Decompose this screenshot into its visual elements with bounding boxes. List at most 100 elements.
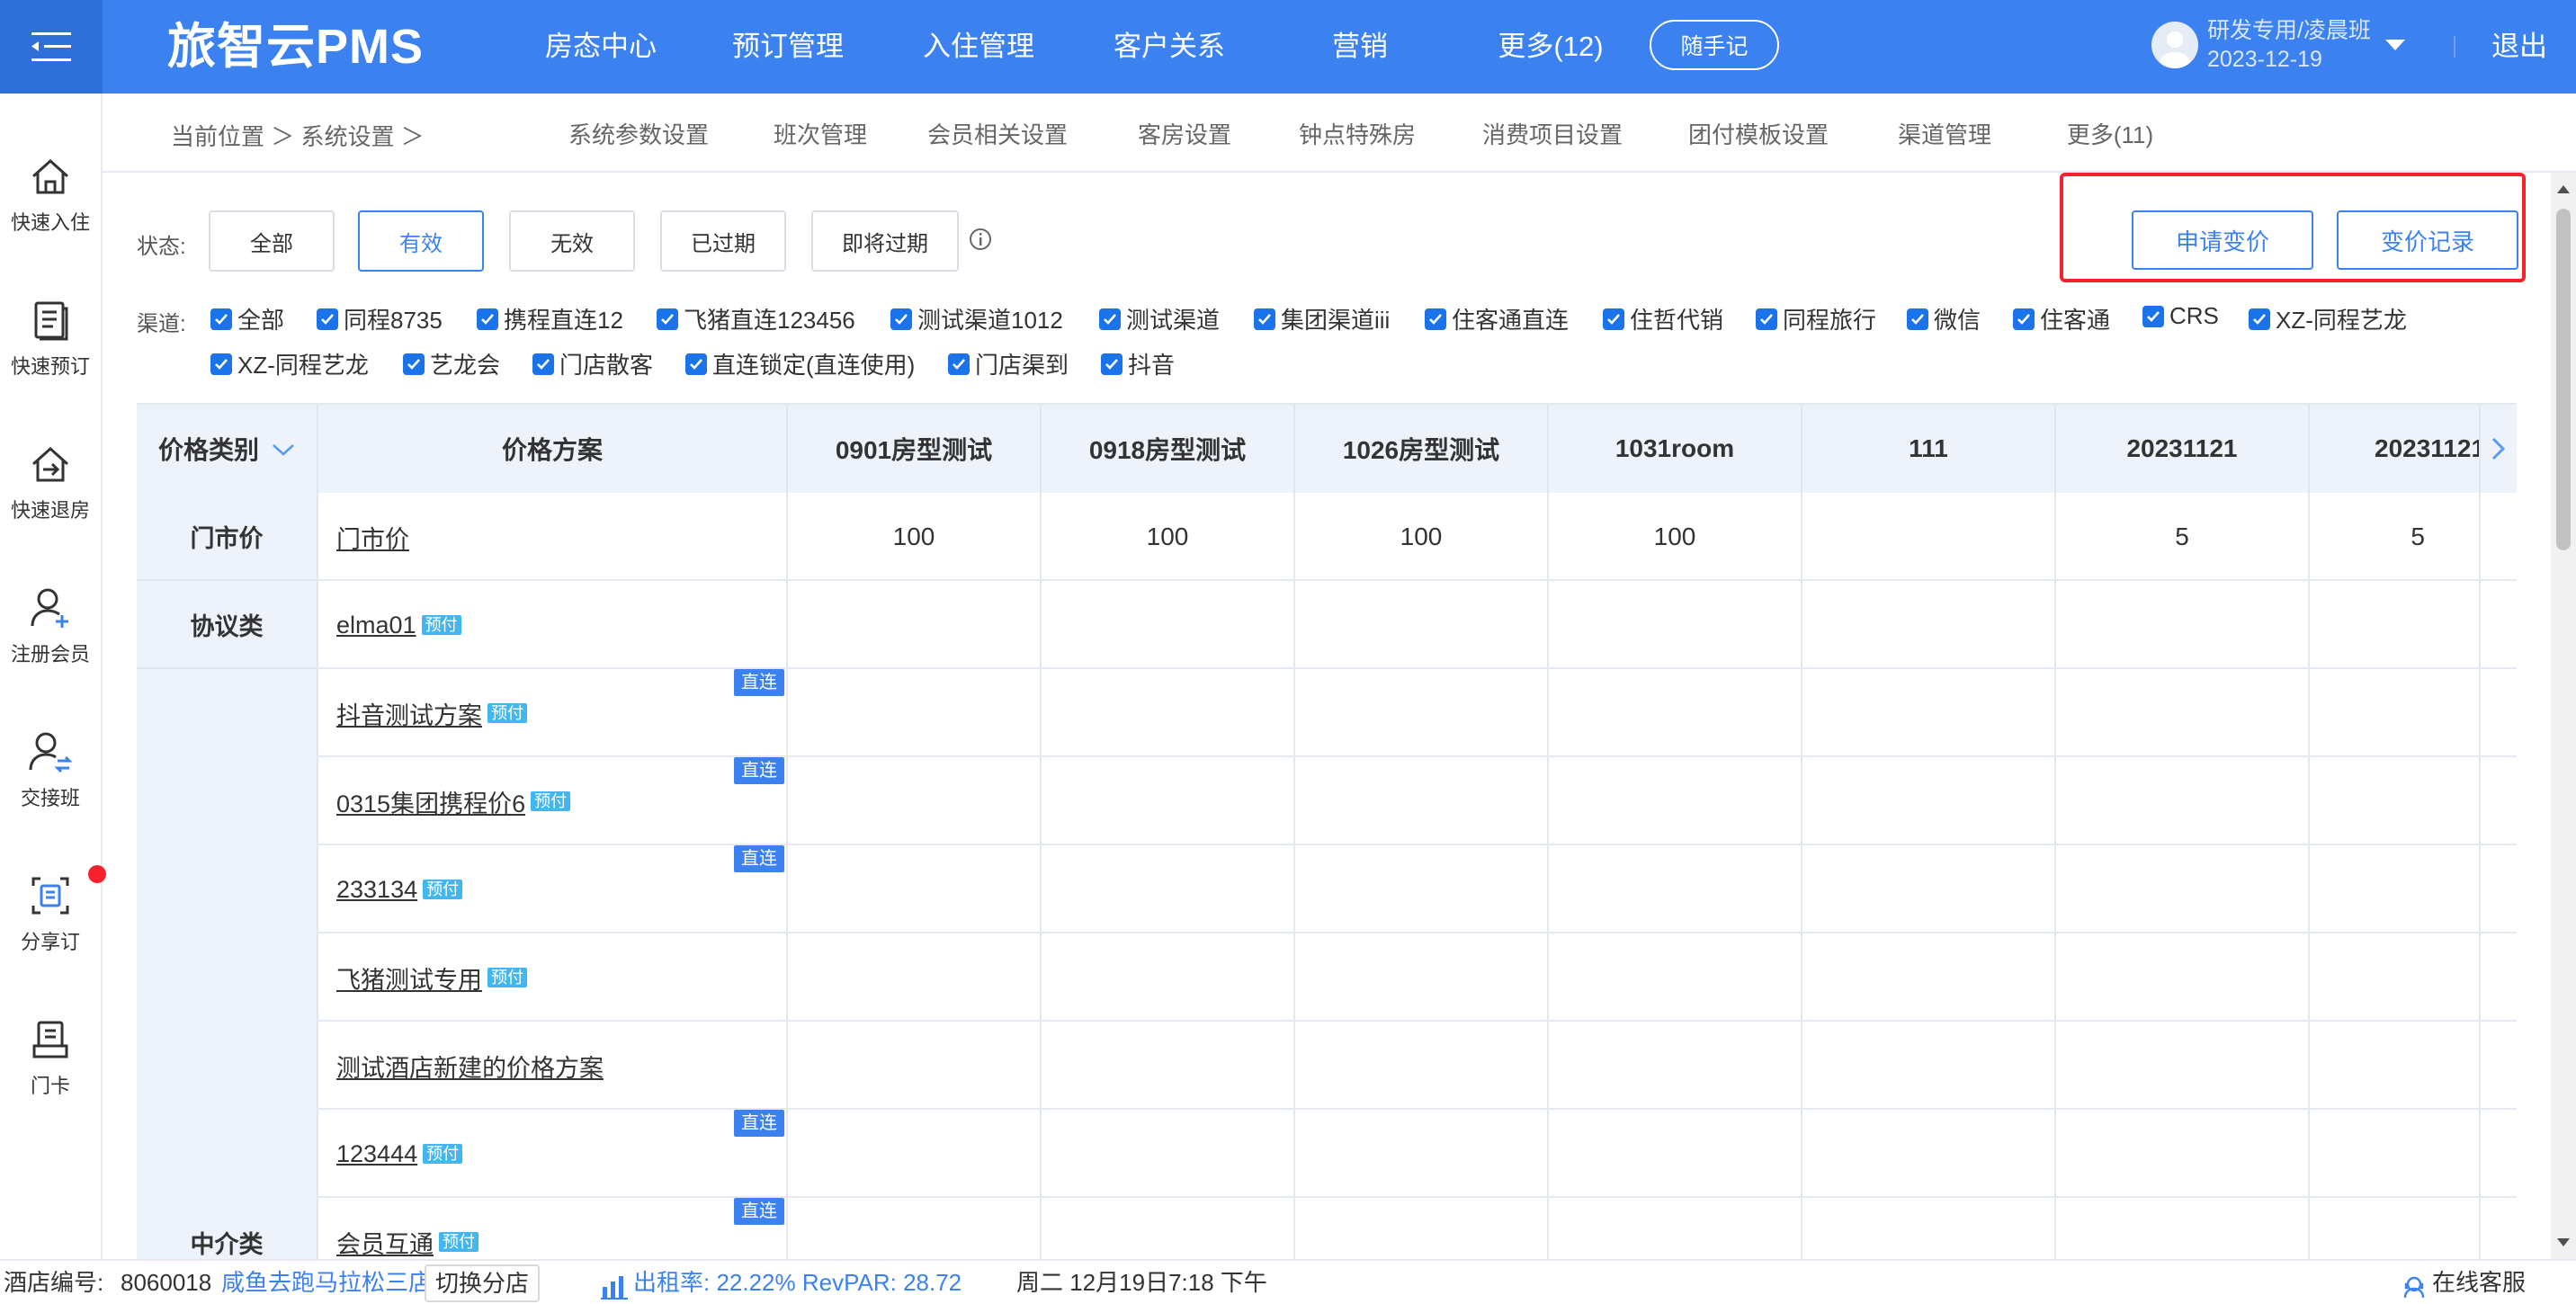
nav-marketing[interactable]: 营销 bbox=[1265, 0, 1455, 94]
channel-label: 测试渠道 bbox=[1126, 307, 1221, 334]
status-all-button[interactable]: 全部 bbox=[209, 210, 335, 272]
channel-label: 抖音 bbox=[1128, 352, 1176, 379]
scroll-down-icon[interactable] bbox=[2557, 1238, 2570, 1246]
sidebar-item-register-member[interactable]: 注册会员 bbox=[0, 583, 101, 691]
channel-checkbox[interactable]: XZ-同程艺龙 bbox=[210, 347, 369, 380]
booking-icon bbox=[25, 295, 76, 345]
subnav-more[interactable]: 更多(11) bbox=[2035, 117, 2186, 150]
channel-checkbox[interactable]: 门店渠到 bbox=[948, 347, 1069, 380]
channel-checkbox[interactable]: 测试渠道1012 bbox=[890, 302, 1063, 335]
checkbox-checked-icon bbox=[210, 308, 232, 330]
subnav-group-template[interactable]: 团付模板设置 bbox=[1662, 117, 1855, 150]
user-avatar[interactable] bbox=[2151, 22, 2198, 68]
channel-label: 同程旅行 bbox=[1783, 307, 1877, 334]
price-change-history-button[interactable]: 变价记录 bbox=[2337, 210, 2518, 270]
table-row: elma01 预付 bbox=[318, 581, 2517, 669]
channel-checkbox[interactable]: 住客通 bbox=[2013, 302, 2110, 335]
customer-service-icon[interactable] bbox=[2402, 1270, 2427, 1304]
plan-link[interactable]: 飞猪测试专用 bbox=[336, 960, 482, 996]
info-icon[interactable] bbox=[968, 227, 993, 256]
subnav-room-settings[interactable]: 客房设置 bbox=[1097, 117, 1272, 150]
plan-link[interactable]: 抖音测试方案 bbox=[336, 696, 482, 731]
user-name[interactable]: 研发专用/凌晨班 bbox=[2207, 16, 2371, 45]
channel-checkbox[interactable]: 门店散客 bbox=[532, 347, 653, 380]
channel-label: 携程直连12 bbox=[504, 307, 623, 334]
sidebar-item-quick-checkin[interactable]: 快速入住 bbox=[0, 151, 101, 259]
sidebar-item-label: 分享订 bbox=[20, 931, 80, 953]
logout-button[interactable]: 退出 bbox=[2491, 25, 2547, 68]
status-expired-button[interactable]: 已过期 bbox=[660, 210, 786, 272]
sidebar-item-quick-booking[interactable]: 快速预订 bbox=[0, 295, 101, 403]
nav-customer[interactable]: 客户关系 bbox=[1074, 0, 1265, 94]
checkbox-checked-icon bbox=[477, 308, 498, 330]
sidebar-item-room-card[interactable]: 门卡 bbox=[0, 1014, 101, 1122]
subnav-shift-management[interactable]: 班次管理 bbox=[743, 117, 898, 150]
vertical-scrollbar[interactable] bbox=[2551, 173, 2576, 1259]
apply-price-change-button[interactable]: 申请变价 bbox=[2132, 210, 2313, 270]
prepaid-tag: 预付 bbox=[423, 1144, 463, 1164]
channel-label: 门店散客 bbox=[559, 352, 654, 379]
channel-checkbox[interactable]: 艺龙会 bbox=[403, 347, 500, 380]
subnav-consumption-items[interactable]: 消费项目设置 bbox=[1443, 117, 1662, 150]
status-invalid-button[interactable]: 无效 bbox=[509, 210, 635, 272]
channel-checkbox[interactable]: 住哲代销 bbox=[1603, 302, 1723, 335]
header-category[interactable]: 价格类别 bbox=[137, 405, 318, 493]
price-cell bbox=[1802, 757, 2056, 845]
hotel-name[interactable]: 咸鱼去跑马拉松三店 bbox=[221, 1261, 432, 1304]
prepaid-tag: 预付 bbox=[439, 1232, 479, 1252]
sidebar-item-shift-handover[interactable]: 交接班 bbox=[0, 727, 101, 835]
channel-checkbox[interactable]: 携程直连12 bbox=[477, 302, 623, 335]
plan-link[interactable]: 门市价 bbox=[336, 520, 409, 555]
plan-link[interactable]: elma01 bbox=[336, 612, 416, 639]
subnav-member-settings[interactable]: 会员相关设置 bbox=[898, 117, 1097, 150]
price-cell bbox=[2310, 757, 2481, 845]
chevron-down-icon[interactable] bbox=[272, 434, 295, 463]
scroll-up-icon[interactable] bbox=[2557, 185, 2570, 193]
price-cell bbox=[1802, 493, 2056, 581]
plan-link[interactable]: 会员互通 bbox=[336, 1225, 434, 1260]
plan-link[interactable]: 0315集团携程价6 bbox=[336, 784, 525, 819]
channel-filter-label: 渠道: bbox=[137, 312, 186, 336]
channel-checkbox[interactable]: 微信 bbox=[1907, 302, 1981, 335]
sidebar-item-share-booking[interactable]: 分享订 bbox=[0, 865, 106, 978]
nav-room-status[interactable]: 房态中心 bbox=[509, 0, 693, 94]
status-expiring-button[interactable]: 即将过期 bbox=[811, 210, 959, 272]
nav-reservation[interactable]: 预订管理 bbox=[693, 0, 883, 94]
plan-link[interactable]: 测试酒店新建的价格方案 bbox=[336, 1049, 604, 1084]
channel-checkbox[interactable]: 住客通直连 bbox=[1425, 302, 1569, 335]
memo-button[interactable]: 随手记 bbox=[1650, 20, 1779, 70]
channel-checkbox[interactable]: CRS bbox=[2142, 302, 2219, 330]
channel-checkbox[interactable]: XZ-同程艺龙 bbox=[2249, 302, 2407, 335]
nav-checkin[interactable]: 入住管理 bbox=[883, 0, 1074, 94]
prepaid-tag: 预付 bbox=[487, 968, 527, 987]
sidebar-item-quick-checkout[interactable]: 快速退房 bbox=[0, 439, 101, 547]
subnav-hourly-room[interactable]: 钟点特殊房 bbox=[1272, 117, 1443, 150]
menu-toggle-icon[interactable] bbox=[0, 0, 103, 94]
header-room-type: 1031room bbox=[1549, 405, 1802, 493]
sidebar-item-label: 注册会员 bbox=[10, 643, 90, 665]
chevron-down-icon[interactable] bbox=[2385, 40, 2405, 50]
scrollbar-thumb[interactable] bbox=[2556, 209, 2571, 550]
channel-checkbox[interactable]: 抖音 bbox=[1101, 347, 1175, 380]
channel-checkbox[interactable]: 测试渠道 bbox=[1099, 302, 1220, 335]
channel-checkbox[interactable]: 直连锁定(直连使用) bbox=[685, 347, 915, 380]
price-cell: 100 bbox=[1042, 493, 1295, 581]
chevron-right-icon[interactable] bbox=[2481, 405, 2517, 493]
plan-link[interactable]: 233134 bbox=[336, 876, 417, 904]
header-room-type: 111 bbox=[1802, 405, 2056, 493]
channel-checkbox[interactable]: 集团渠道iii bbox=[1254, 302, 1390, 335]
checkbox-checked-icon bbox=[210, 353, 232, 375]
subnav-system-params[interactable]: 系统参数设置 bbox=[534, 117, 743, 150]
status-valid-button[interactable]: 有效 bbox=[358, 210, 484, 272]
plan-link[interactable]: 123444 bbox=[336, 1140, 417, 1168]
switch-store-button[interactable]: 切换分店 bbox=[425, 1264, 541, 1302]
nav-more[interactable]: 更多(12) bbox=[1455, 0, 1646, 94]
online-service-link[interactable]: 在线客服 bbox=[2432, 1261, 2526, 1304]
channel-checkbox[interactable]: 飞猪直连123456 bbox=[657, 302, 855, 335]
price-cell bbox=[1042, 757, 1295, 845]
price-cell bbox=[788, 757, 1042, 845]
channel-checkbox[interactable]: 同程8735 bbox=[317, 302, 443, 335]
channel-checkbox[interactable]: 全部 bbox=[210, 302, 284, 335]
channel-checkbox[interactable]: 同程旅行 bbox=[1756, 302, 1876, 335]
subnav-channel-management[interactable]: 渠道管理 bbox=[1855, 117, 2035, 150]
